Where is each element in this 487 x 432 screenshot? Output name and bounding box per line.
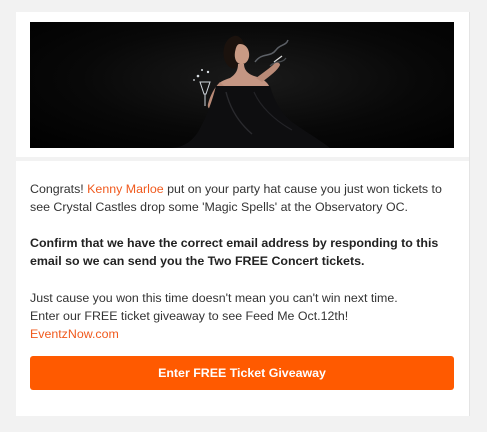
splash-drop (196, 74, 200, 78)
eventznow-link[interactable]: EventzNow.com (30, 327, 119, 341)
hero-illustration (170, 35, 330, 148)
smoke-wisp (254, 39, 289, 63)
splash-drop (193, 79, 195, 81)
next-time-line-2: Enter our FREE ticket giveaway to see Fe… (30, 309, 349, 323)
congrats-paragraph: Congrats! Kenny Marloe put on your party… (30, 180, 460, 216)
confirm-paragraph: Confirm that we have the correct email a… (30, 236, 439, 268)
champagne-glass (199, 81, 211, 95)
card-divider (16, 157, 469, 161)
congrats-prefix: Congrats! (30, 182, 88, 196)
figure-face (234, 44, 250, 65)
hero-image (30, 22, 454, 148)
splash-drop (206, 70, 210, 74)
winner-name: Kenny Marloe (87, 182, 164, 196)
next-time-line-1: Just cause you won this time doesn't mea… (30, 291, 398, 305)
email-card: Congrats! Kenny Marloe put on your party… (16, 12, 470, 416)
enter-giveaway-button[interactable]: Enter FREE Ticket Giveaway (30, 356, 454, 390)
figure-dress (170, 86, 330, 148)
figure-arm (256, 62, 280, 82)
next-time-paragraph: Just cause you won this time doesn't mea… (30, 289, 460, 343)
splash-drop (201, 69, 203, 71)
